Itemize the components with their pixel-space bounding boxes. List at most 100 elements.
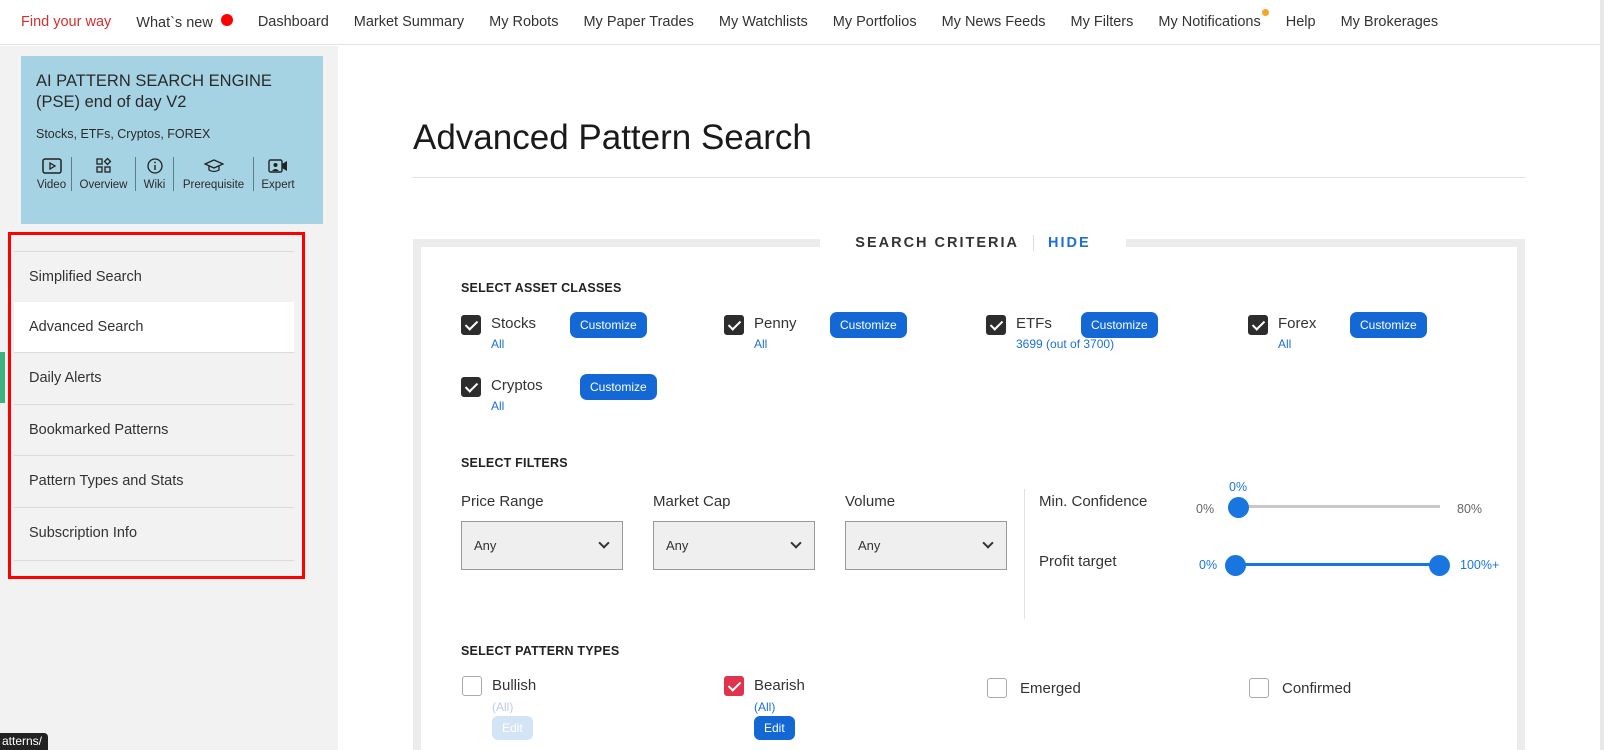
nav-my-robots[interactable]: My Robots	[489, 14, 558, 30]
sidebar-item-label: Subscription Info	[29, 525, 138, 541]
confidence-slider-track[interactable]	[1238, 505, 1440, 508]
select-value: Any	[858, 538, 881, 553]
play-icon	[41, 158, 62, 174]
forex-checkbox[interactable]	[1248, 315, 1268, 335]
sidebar-menu-highlight: Simplified Search Advanced Search Daily …	[8, 232, 305, 579]
stocks-customize-button[interactable]: Customize	[570, 312, 647, 338]
sidebar-item-daily-alerts[interactable]: Daily Alerts	[14, 352, 294, 403]
confirmed-checkbox[interactable]	[1249, 678, 1269, 698]
forex-customize-button[interactable]: Customize	[1350, 312, 1427, 338]
bearish-label: Bearish	[754, 677, 805, 694]
profit-max-label: 100%+	[1460, 558, 1500, 572]
min-confidence-label: Min. Confidence	[1039, 493, 1148, 510]
nav-my-brokerages[interactable]: My Brokerages	[1341, 14, 1439, 30]
asset-name: Penny	[754, 315, 797, 332]
promo-video-link[interactable]: Video	[32, 157, 72, 191]
promo-card: AI PATTERN SEARCH ENGINE (PSE) end of da…	[21, 56, 323, 224]
confidence-slider-thumb[interactable]	[1228, 497, 1249, 518]
bearish-checkbox[interactable]	[724, 676, 744, 696]
asset-classes-title: SELECT ASSET CLASSES	[461, 281, 622, 295]
promo-overview-link[interactable]: Overview	[72, 157, 136, 191]
stocks-checkbox[interactable]	[461, 315, 481, 335]
top-nav: Find your way What`s new Dashboard Marke…	[0, 0, 1604, 45]
info-icon	[146, 158, 163, 174]
asset-sub-link[interactable]: 3699 (out of 3700)	[1016, 337, 1114, 351]
promo-wiki-link[interactable]: Wiki	[136, 157, 174, 191]
market-cap-label: Market Cap	[653, 493, 731, 510]
nav-my-portfolios[interactable]: My Portfolios	[833, 14, 917, 30]
filter-divider	[1024, 489, 1025, 619]
bullish-sub: (All)	[492, 700, 514, 714]
confirmed-label: Confirmed	[1282, 680, 1352, 697]
profit-slider-low-thumb[interactable]	[1225, 555, 1246, 576]
sidebar-item-label: Bookmarked Patterns	[29, 422, 169, 438]
nav-my-paper-trades[interactable]: My Paper Trades	[583, 14, 693, 30]
asset-sub-link[interactable]: All	[754, 337, 767, 351]
sidebar-item-label: Daily Alerts	[29, 370, 102, 386]
chevron-down-icon	[598, 537, 610, 549]
cryptos-customize-button[interactable]: Customize	[580, 374, 657, 400]
promo-video-label: Video	[36, 179, 67, 191]
etfs-customize-button[interactable]: Customize	[1081, 312, 1158, 338]
asset-name: Forex	[1278, 315, 1317, 332]
bullish-checkbox[interactable]	[462, 676, 482, 696]
page-title: Advanced Pattern Search	[413, 118, 812, 157]
nav-my-watchlists[interactable]: My Watchlists	[719, 14, 808, 30]
nav-dashboard[interactable]: Dashboard	[258, 14, 329, 30]
sidebar-item-advanced-search[interactable]: Advanced Search	[14, 302, 294, 352]
title-divider	[413, 177, 1525, 178]
bullish-edit-button[interactable]: Edit	[492, 716, 533, 740]
asset-sub-link[interactable]: All	[491, 337, 504, 351]
profit-slider-high-thumb[interactable]	[1429, 555, 1450, 576]
promo-prerequisite-link[interactable]: Prerequisite	[174, 157, 254, 191]
sidebar-item-label: Simplified Search	[29, 269, 142, 285]
nav-my-filters[interactable]: My Filters	[1071, 14, 1134, 30]
sidebar-item-simplified-search[interactable]: Simplified Search	[14, 251, 294, 302]
price-range-select[interactable]: Any	[461, 521, 623, 570]
nav-my-notifications[interactable]: My Notifications	[1158, 9, 1269, 30]
asset-name: Cryptos	[491, 377, 543, 394]
sidebar-item-subscription-info[interactable]: Subscription Info	[14, 507, 294, 558]
status-url: atterns/	[0, 733, 49, 750]
penny-checkbox[interactable]	[724, 315, 744, 335]
promo-wiki-label: Wiki	[143, 179, 166, 191]
market-cap-select[interactable]: Any	[653, 521, 815, 570]
nav-whats-new[interactable]: What`s new	[136, 13, 233, 31]
select-value: Any	[474, 538, 497, 553]
volume-select[interactable]: Any	[845, 521, 1007, 570]
graduation-cap-icon	[203, 159, 224, 173]
promo-links: Video Overview Wiki Prerequisite Expert	[32, 157, 308, 191]
bearish-edit-button[interactable]: Edit	[754, 716, 795, 740]
nav-find-your-way[interactable]: Find your way	[21, 14, 111, 30]
bullish-label: Bullish	[492, 677, 537, 694]
profit-min-label: 0%	[1199, 558, 1218, 572]
nav-my-news-feeds[interactable]: My News Feeds	[942, 14, 1046, 30]
new-dot-icon	[220, 13, 233, 26]
asset-name: ETFs	[1016, 315, 1052, 332]
hide-criteria-button[interactable]: HIDE	[1034, 235, 1091, 251]
nav-help[interactable]: Help	[1286, 14, 1316, 30]
promo-expert-link[interactable]: Expert	[254, 157, 302, 191]
asset-name: Stocks	[491, 315, 537, 332]
etfs-checkbox[interactable]	[986, 315, 1006, 335]
promo-subtitle: Stocks, ETFs, Cryptos, FOREX	[36, 127, 211, 141]
bearish-sub: (All)	[754, 700, 776, 714]
nav-whats-new-label: What`s new	[136, 14, 213, 31]
confidence-current-value: 0%	[1229, 480, 1248, 494]
notification-dot-icon	[1261, 9, 1269, 16]
emerged-checkbox[interactable]	[987, 678, 1007, 698]
nav-market-summary[interactable]: Market Summary	[354, 14, 464, 30]
profit-slider-track[interactable]	[1236, 563, 1440, 566]
confidence-max-label: 80%	[1457, 502, 1483, 516]
penny-customize-button[interactable]: Customize	[830, 312, 907, 338]
cryptos-checkbox[interactable]	[461, 377, 481, 397]
sidebar-item-bookmarked-patterns[interactable]: Bookmarked Patterns	[14, 404, 294, 455]
asset-sub-link[interactable]: All	[1278, 337, 1291, 351]
scrollbar[interactable]	[1600, 0, 1604, 750]
asset-sub-link[interactable]: All	[491, 399, 504, 413]
filters-title: SELECT FILTERS	[461, 456, 568, 470]
promo-overview-label: Overview	[79, 179, 128, 191]
sidebar-item-pattern-types-stats[interactable]: Pattern Types and Stats	[14, 455, 294, 506]
active-indicator	[0, 352, 5, 403]
search-criteria-label: SEARCH CRITERIA	[855, 235, 1035, 251]
